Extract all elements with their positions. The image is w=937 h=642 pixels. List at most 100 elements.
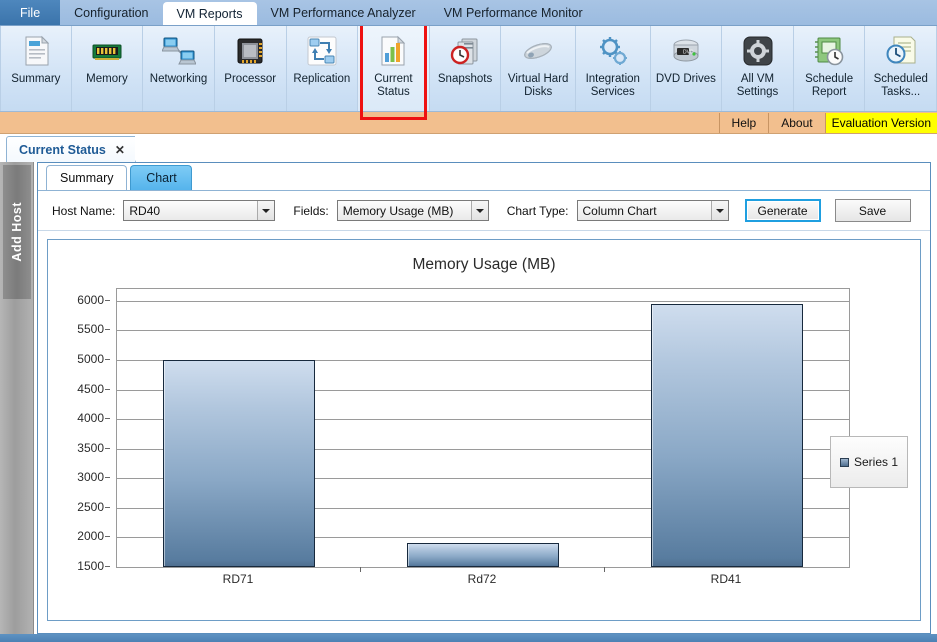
menu-item-configuration[interactable]: Configuration <box>60 0 162 25</box>
ribbon-button-label: Scheduled Tasks... <box>865 73 936 99</box>
host-name-value: RD40 <box>129 204 257 218</box>
tab-chart[interactable]: Chart <box>130 165 192 190</box>
help-link[interactable]: Help <box>719 113 769 133</box>
fields-label: Fields: <box>293 204 328 218</box>
tab-summary[interactable]: Summary <box>46 165 127 190</box>
grid-line <box>117 301 849 302</box>
ribbon-button-label: Integration Services <box>576 73 650 99</box>
document-icon <box>19 34 53 68</box>
ribbon-button-current-status[interactable]: Current Status <box>358 26 430 111</box>
chart-panel: Memory Usage (MB) 1500200025003000350040… <box>47 239 921 621</box>
ribbon-button-label: Processor <box>222 73 278 86</box>
menu-item-label: Configuration <box>74 6 148 20</box>
settings-gear-icon <box>741 34 775 68</box>
cpu-chip-icon <box>233 34 267 68</box>
help-label: Help <box>732 113 757 133</box>
x-axis-tick-label: RD41 <box>711 572 742 586</box>
menu-file-label: File <box>20 6 40 20</box>
ribbon-button-schedule-report[interactable]: Schedule Report <box>794 26 866 111</box>
legend-entry-label: Series 1 <box>854 455 898 469</box>
about-link[interactable]: About <box>768 113 824 133</box>
tab-label: Summary <box>60 171 113 185</box>
x-axis-tick-label: RD71 <box>223 572 254 586</box>
ribbon-button-memory[interactable]: Memory <box>72 26 144 111</box>
snapshot-clock-icon <box>448 34 482 68</box>
close-icon[interactable]: ✕ <box>115 143 125 157</box>
network-icon <box>162 34 196 68</box>
ribbon-button-all-vm-settings[interactable]: All VM Settings <box>722 26 794 111</box>
x-axis-tick-mark <box>360 567 361 572</box>
ribbon-button-snapshots[interactable]: Snapshots <box>430 26 502 111</box>
ribbon-button-replication[interactable]: Replication <box>287 26 359 111</box>
ribbon-button-networking[interactable]: Networking <box>143 26 215 111</box>
generate-button[interactable]: Generate <box>745 199 821 222</box>
save-label: Save <box>859 204 886 218</box>
chart-title: Memory Usage (MB) <box>48 240 920 274</box>
ribbon-button-integration-services[interactable]: Integration Services <box>576 26 651 111</box>
host-name-label: Host Name: <box>52 204 115 218</box>
chart-bar <box>651 304 802 567</box>
chart-type-select[interactable]: Column Chart <box>577 200 729 221</box>
about-label: About <box>781 113 812 133</box>
y-axis-tick-label: 3000 <box>77 470 104 484</box>
document-tab-current-status[interactable]: Current Status ✕ <box>6 136 136 162</box>
menu-item-vm-performance-monitor[interactable]: VM Performance Monitor <box>430 0 597 25</box>
ribbon-button-label: Virtual Hard Disks <box>501 73 575 99</box>
save-button[interactable]: Save <box>835 199 911 222</box>
chart-type-label: Chart Type: <box>507 204 569 218</box>
ribbon-button-summary[interactable]: Summary <box>0 26 72 111</box>
ribbon-button-dvd-drives[interactable]: DVD DVD Drives <box>651 26 723 111</box>
ribbon-button-processor[interactable]: Processor <box>215 26 287 111</box>
plot-canvas <box>116 288 850 568</box>
document-tab-label: Current Status <box>19 143 106 157</box>
y-axis-tick-label: 5500 <box>77 322 104 336</box>
menu-item-vm-reports[interactable]: VM Reports <box>163 2 257 25</box>
legend-swatch-icon <box>840 458 849 467</box>
add-host-vertical-tab[interactable]: Add Host <box>3 165 31 299</box>
ribbon-button-label: DVD Drives <box>654 73 718 86</box>
hard-disk-icon <box>521 34 555 68</box>
ribbon-button-scheduled-tasks[interactable]: Scheduled Tasks... <box>865 26 937 111</box>
y-axis: 1500200025003000350040004500500055006000 <box>58 288 110 568</box>
menu-item-label: VM Reports <box>177 7 243 21</box>
x-axis: RD71Rd72RD41 <box>116 572 850 592</box>
ribbon-button-label: All VM Settings <box>722 73 793 99</box>
chevron-down-icon[interactable] <box>257 201 274 220</box>
add-host-side-panel[interactable]: Add Host <box>0 162 34 634</box>
chart-controls-toolbar: Host Name: RD40 Fields: Memory Usage (MB… <box>38 191 930 231</box>
ribbon-button-label: Schedule Report <box>794 73 865 99</box>
menu-item-vm-performance-analyzer[interactable]: VM Performance Analyzer <box>257 0 430 25</box>
ribbon-button-label: Replication <box>291 73 352 86</box>
host-name-select[interactable]: RD40 <box>123 200 275 221</box>
inner-tab-strip: Summary Chart <box>38 163 930 191</box>
scheduled-tasks-icon <box>884 34 918 68</box>
chart-legend: Series 1 <box>830 436 908 488</box>
ribbon-button-label: Current Status <box>358 73 429 99</box>
chevron-down-icon[interactable] <box>471 201 488 220</box>
dvd-drive-icon: DVD <box>669 34 703 68</box>
y-axis-tick-label: 5000 <box>77 352 104 366</box>
y-axis-tick-label: 4000 <box>77 411 104 425</box>
help-bar: Help About Evaluation Version <box>0 112 937 134</box>
generate-label: Generate <box>757 204 807 218</box>
evaluation-version-label: Evaluation Version <box>832 116 931 130</box>
content-panel: Summary Chart Host Name: RD40 Fields: Me… <box>37 162 931 634</box>
y-axis-tick-label: 2000 <box>77 529 104 543</box>
y-axis-tick-label: 4500 <box>77 382 104 396</box>
ribbon-button-virtual-hard-disks[interactable]: Virtual Hard Disks <box>501 26 576 111</box>
menu-item-file[interactable]: File <box>0 0 60 25</box>
gears-icon <box>596 34 630 68</box>
memory-module-icon <box>90 34 124 68</box>
ribbon-toolbar: Summary Memory Networking Processor Repl… <box>0 26 937 112</box>
add-host-label: Add Host <box>10 202 24 262</box>
main-body: Add Host Summary Chart Host Name: RD40 F… <box>0 162 937 634</box>
y-axis-tick-label: 6000 <box>77 293 104 307</box>
ribbon-button-label: Memory <box>84 73 130 86</box>
schedule-book-icon <box>812 34 846 68</box>
evaluation-version-badge: Evaluation Version <box>825 113 937 133</box>
ribbon-button-label: Snapshots <box>436 73 494 86</box>
status-bar <box>0 634 937 642</box>
fields-select[interactable]: Memory Usage (MB) <box>337 200 489 221</box>
chevron-down-icon[interactable] <box>711 201 728 220</box>
ribbon-button-label: Summary <box>9 73 62 86</box>
